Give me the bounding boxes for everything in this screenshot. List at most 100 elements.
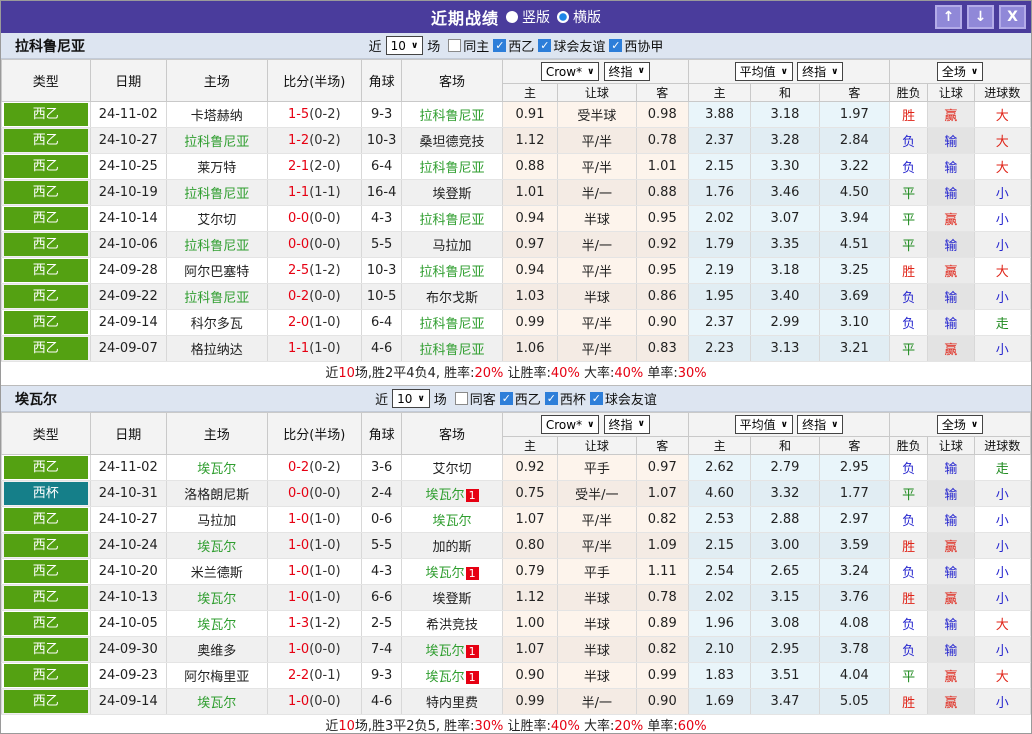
home-team-name[interactable]: 奥维多: [197, 644, 236, 659]
home-team-name[interactable]: 马拉加: [197, 514, 236, 529]
away-team-name[interactable]: 埃瓦尔: [426, 488, 465, 503]
away-team-name[interactable]: 拉科鲁尼亚: [420, 213, 485, 228]
filter-option[interactable]: ✓ 西协甲: [609, 36, 663, 55]
result-wdl-cell: 胜: [889, 101, 929, 128]
filter-option[interactable]: ✓ 西乙: [499, 389, 541, 408]
filter-option[interactable]: 同主: [448, 36, 489, 55]
result-goals-cell: 小: [973, 532, 1031, 559]
away-team-name[interactable]: 埃瓦尔: [426, 644, 465, 659]
filter-option[interactable]: ✓ 西乙: [493, 36, 534, 55]
average-select[interactable]: 平均值 ∨: [734, 415, 793, 434]
layout-vertical-option[interactable]: 竖版: [506, 7, 550, 27]
match-row: 西乙 24-10-05 埃瓦尔 1-3(1-2) 2-5 希洪竞技 1.00 半球 0.89 1.…: [1, 610, 1031, 637]
away-team-name[interactable]: 艾尔切: [433, 462, 472, 477]
away-team-cell: 拉科鲁尼亚: [401, 205, 503, 232]
result-handicap-cell: 输: [927, 153, 975, 180]
move-up-button[interactable]: ↑: [935, 5, 962, 29]
home-team-name[interactable]: 米兰德斯: [191, 566, 243, 581]
home-team-name[interactable]: 拉科鲁尼亚: [184, 291, 249, 306]
avg-away-odds-cell: 1.97: [818, 101, 891, 128]
odds-stage-select[interactable]: 终指 ∨: [603, 61, 650, 81]
away-team-name[interactable]: 埃瓦尔: [426, 670, 465, 685]
home-team-name[interactable]: 埃瓦尔: [197, 592, 236, 607]
col-header-avg-away: 客: [818, 436, 891, 455]
games-label: 场: [433, 393, 447, 408]
away-team-name[interactable]: 马拉加: [433, 239, 472, 254]
league-cell: 西乙: [1, 558, 91, 585]
match-row: 西乙 24-09-23 阿尔梅里亚 2-2(0-1) 9-3 埃瓦尔 1 0.90 半球 0.99…: [1, 662, 1031, 689]
radio-selected-icon[interactable]: [557, 11, 569, 23]
avg-draw-odds-cell: 2.79: [750, 454, 820, 481]
layout-horizontal-option[interactable]: 横版: [557, 7, 601, 27]
away-team-name[interactable]: 拉科鲁尼亚: [420, 317, 485, 332]
away-team-name[interactable]: 拉科鲁尼亚: [420, 109, 485, 124]
filter-option[interactable]: 同客: [454, 389, 496, 408]
bookmaker-select[interactable]: Crow* ∨: [540, 415, 600, 435]
crow-handicap-cell: 平/半: [557, 506, 637, 533]
home-team-name[interactable]: 埃瓦尔: [197, 462, 236, 477]
away-team-name[interactable]: 拉科鲁尼亚: [420, 343, 485, 358]
filter-option[interactable]: ✓ 球会友谊: [538, 36, 605, 55]
home-team-name[interactable]: 洛格朗尼斯: [184, 488, 249, 503]
home-team-name[interactable]: 拉科鲁尼亚: [184, 239, 249, 254]
fulltime-score: 1-0: [287, 564, 310, 579]
away-team-name[interactable]: 拉科鲁尼亚: [420, 161, 485, 176]
move-down-button[interactable]: ↓: [967, 5, 994, 29]
away-team-name[interactable]: 特内里费: [426, 696, 478, 711]
home-team-name[interactable]: 科尔多瓦: [191, 317, 243, 332]
league-cell: 西乙: [1, 506, 91, 533]
radio-unselected-icon[interactable]: [506, 11, 518, 23]
checkbox-checked-icon[interactable]: ✓: [544, 392, 558, 405]
match-count-select[interactable]: 10 ∨: [392, 389, 430, 408]
col-header-avg-draw: 和: [750, 83, 820, 102]
filter-option[interactable]: ✓ 西杯: [544, 389, 586, 408]
score-cell: 1-0(0-0): [266, 688, 363, 715]
bookmaker-select[interactable]: Crow* ∨: [540, 62, 600, 82]
avg-odds-stage-select[interactable]: 终指 ∨: [797, 415, 844, 434]
away-team-name[interactable]: 加的斯: [433, 540, 472, 555]
home-team-name[interactable]: 埃瓦尔: [197, 696, 236, 711]
away-team-name[interactable]: 希洪竞技: [426, 618, 478, 633]
checkbox-checked-icon[interactable]: ✓: [538, 39, 552, 52]
away-team-name[interactable]: 埃登斯: [433, 187, 472, 202]
home-team-name[interactable]: 拉科鲁尼亚: [184, 135, 249, 150]
match-count-select[interactable]: 10 ∨: [385, 36, 424, 55]
close-button[interactable]: X: [999, 5, 1026, 29]
away-team-name[interactable]: 拉科鲁尼亚: [420, 265, 485, 280]
checkbox-checked-icon[interactable]: ✓: [499, 392, 513, 405]
away-team-name[interactable]: 桑坦德竞技: [420, 135, 485, 150]
home-team-cell: 拉科鲁尼亚: [165, 179, 268, 206]
checkbox-unchecked-icon[interactable]: [454, 392, 468, 405]
avg-home-odds-cell: 2.54: [687, 558, 752, 585]
home-team-name[interactable]: 卡塔赫纳: [191, 109, 243, 124]
home-team-name[interactable]: 埃瓦尔: [197, 540, 236, 555]
checkbox-checked-icon[interactable]: ✓: [589, 392, 603, 405]
home-team-name[interactable]: 阿尔梅里亚: [184, 670, 249, 685]
score-cell: 1-0(1-0): [266, 584, 363, 611]
corners-cell: 2-4: [361, 480, 403, 507]
checkbox-checked-icon[interactable]: ✓: [493, 39, 507, 52]
result-wdl-cell: 负: [889, 506, 929, 533]
home-team-name[interactable]: 埃瓦尔: [197, 618, 236, 633]
checkbox-unchecked-icon[interactable]: [448, 39, 462, 52]
average-select[interactable]: 平均值 ∨: [734, 62, 793, 81]
league-cell: 西乙: [1, 688, 91, 715]
crow-handicap-cell: 平/半: [557, 153, 637, 180]
section-summary: 近10场,胜2平4负4, 胜率:20% 让胜率:40% 大率:40% 单率:30…: [1, 362, 1031, 386]
fulltime-select[interactable]: 全场 ∨: [936, 415, 984, 434]
odds-stage-select[interactable]: 终指 ∨: [603, 414, 650, 434]
home-team-name[interactable]: 艾尔切: [197, 213, 236, 228]
home-team-name[interactable]: 拉科鲁尼亚: [184, 187, 249, 202]
home-team-name[interactable]: 阿尔巴塞特: [184, 265, 249, 280]
filter-option[interactable]: ✓ 球会友谊: [589, 389, 657, 408]
away-team-name[interactable]: 埃瓦尔: [433, 514, 472, 529]
away-team-name[interactable]: 埃瓦尔: [426, 566, 465, 581]
fulltime-select[interactable]: 全场 ∨: [936, 62, 984, 81]
home-team-name[interactable]: 莱万特: [197, 161, 236, 176]
home-team-name[interactable]: 格拉纳达: [191, 343, 243, 358]
avg-odds-stage-select[interactable]: 终指 ∨: [797, 62, 844, 81]
away-team-name[interactable]: 埃登斯: [433, 592, 472, 607]
result-wdl-cell: 负: [889, 127, 929, 154]
checkbox-checked-icon[interactable]: ✓: [609, 39, 623, 52]
away-team-name[interactable]: 布尔戈斯: [426, 291, 478, 306]
